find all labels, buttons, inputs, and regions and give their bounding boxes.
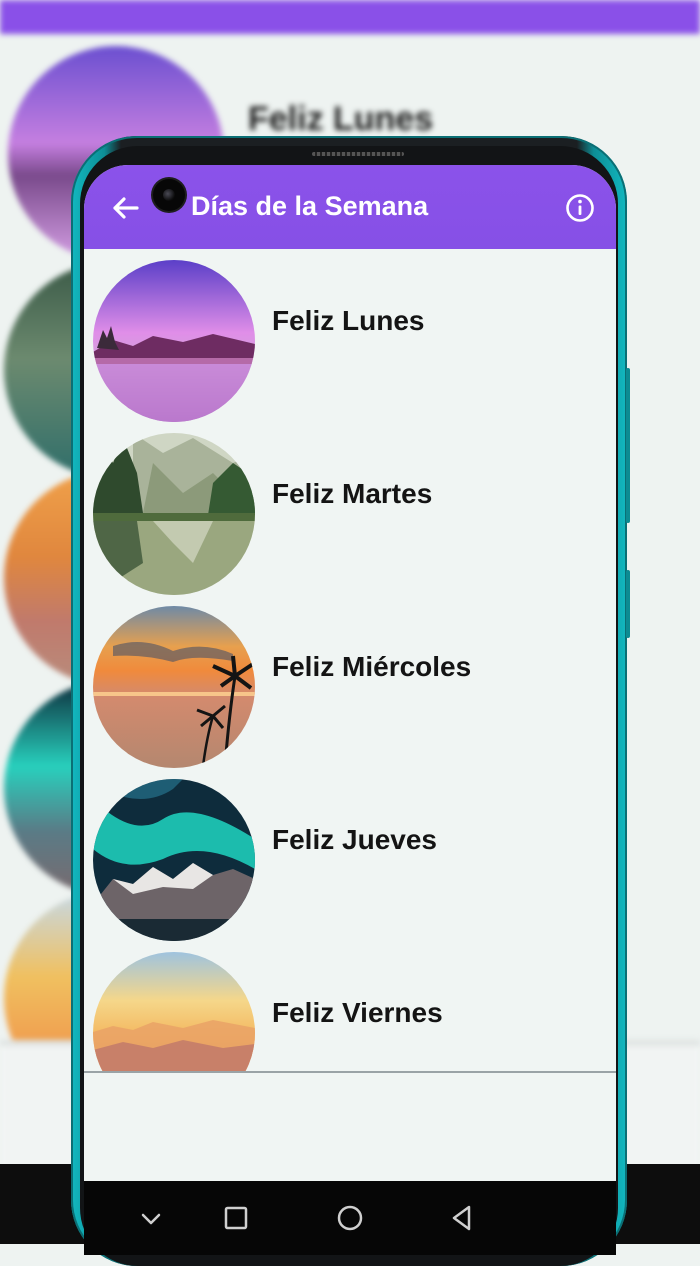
recents-button[interactable] [219,1201,253,1235]
thumbnail-purple-lake [93,260,255,422]
days-list: Feliz Lunes Feliz Martes Feliz Miércoles… [84,249,616,1072]
triangle-back-icon [452,1205,471,1231]
arrow-left-icon [113,197,139,219]
speaker-grille [312,152,404,156]
circle-icon [337,1205,363,1231]
hide-keyboard-button[interactable] [134,1201,168,1235]
power-button [626,570,630,638]
app-title: Días de la Semana [191,191,429,221]
app-bar: Días de la Semana [84,165,616,249]
thumbnail-aurora [93,779,255,941]
info-button[interactable] [565,193,595,223]
thumbnail-mountain-lake [93,433,255,595]
home-button[interactable] [333,1201,367,1235]
info-circle-icon [566,194,594,222]
day-label: Feliz Viernes [272,997,443,1028]
list-item-martes[interactable]: Feliz Martes [84,422,616,595]
phone-screen: Días de la Semana Feliz Lunes Feliz Mart… [84,165,616,1255]
chevron-down-icon [141,1213,161,1225]
day-label: Feliz Miércoles [272,651,472,682]
day-label: Feliz Jueves [272,824,437,855]
back-nav-button[interactable] [445,1201,479,1235]
background-app-bar [0,0,700,34]
thumbnail-tropical-sunset [93,606,255,768]
list-item-lunes[interactable]: Feliz Lunes [84,249,616,422]
list-item-viernes[interactable]: Feliz Viernes [84,941,616,1072]
back-button[interactable] [110,193,140,223]
front-camera [153,179,185,211]
day-label: Feliz Lunes [272,305,425,336]
day-label: Feliz Martes [272,478,433,509]
list-item-miercoles[interactable]: Feliz Miércoles [84,595,616,768]
empty-area [84,1073,616,1181]
list-item-jueves[interactable]: Feliz Jueves [84,768,616,941]
square-icon [224,1206,248,1230]
background-row-title: Feliz Lunes [248,100,434,138]
volume-button [626,368,630,523]
thumbnail-golden-mountains [93,952,255,1072]
